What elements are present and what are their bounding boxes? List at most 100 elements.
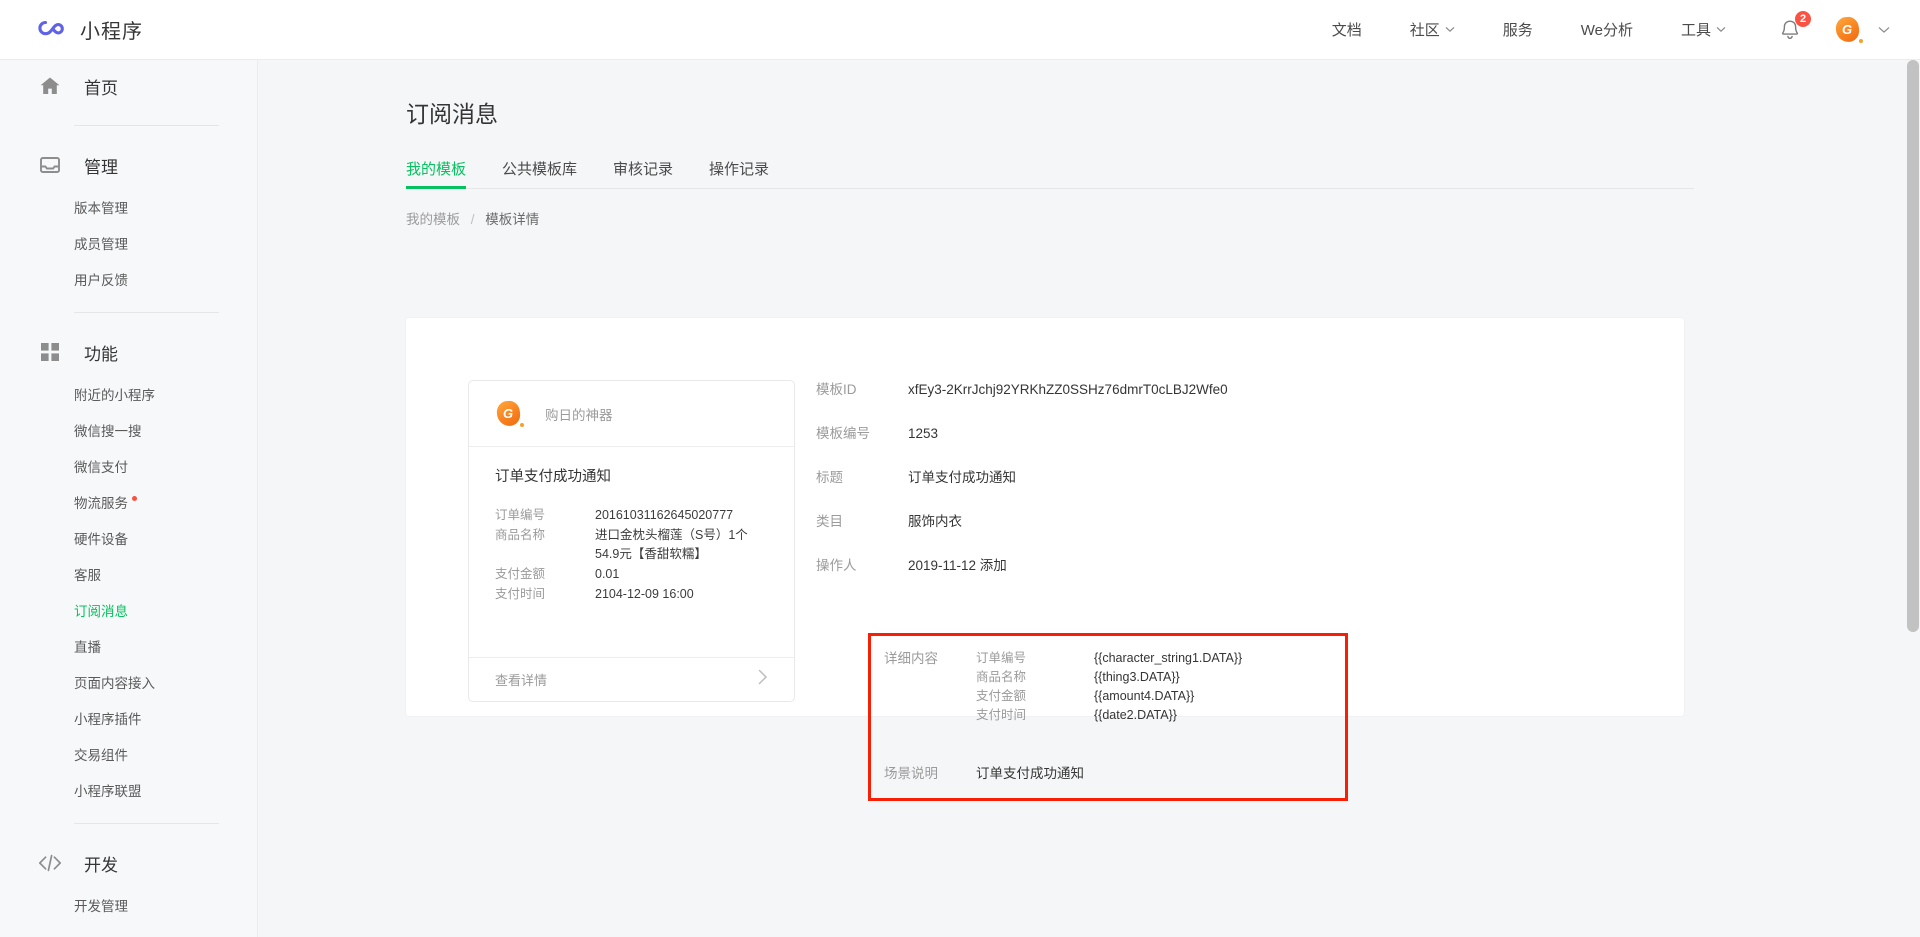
detail-key: 模板ID: [816, 382, 857, 397]
nav-item-label: 社区: [1409, 22, 1440, 39]
sidebar-group-label: 首页: [84, 78, 118, 98]
sidebar-item-customer-service[interactable]: 客服: [0, 558, 257, 594]
detail-value: 订单支付成功通知: [976, 766, 1084, 781]
preview-app-name: 购日的神器: [545, 407, 613, 423]
avatar-letter: G: [1842, 21, 1853, 37]
sidebar-sub-label: 微信搜一搜: [74, 424, 142, 439]
preview-field-value: 0.01: [595, 567, 620, 581]
sidebar-sub-label: 订阅消息: [74, 604, 128, 619]
preview-field-value: 20161031162645020777: [595, 508, 734, 522]
sidebar-item-nearby[interactable]: 附近的小程序: [0, 378, 257, 414]
breadcrumb: 我的模板 / 模板详情: [406, 208, 1920, 228]
preview-view-detail-label: 查看详情: [495, 673, 548, 688]
tab-audit-records[interactable]: 审核记录: [613, 158, 673, 188]
sidebar-item-wechat-search[interactable]: 微信搜一搜: [0, 414, 257, 450]
sidebar-group-develop: 开发 开发管理: [0, 837, 257, 925]
detail-value: xfEy3-2KrrJchj92YRKhZZ0SSHz76dmrT0cLBJ2W…: [908, 382, 1228, 397]
detail-row-category: 类目 服饰内衣: [816, 512, 1636, 532]
sidebar-item-logistics[interactable]: 物流服务: [0, 486, 257, 522]
message-preview-card: G 购日的神器 订单支付成功通知 订单编号 201610311626450207…: [468, 380, 795, 702]
sidebar-item-home[interactable]: 首页: [0, 60, 257, 112]
breadcrumb-parent[interactable]: 我的模板: [406, 212, 460, 227]
sidebar: 首页 管理 版本管理 成员管理 用户反馈 功能 附近的小程序 微信搜一搜 微信支…: [0, 60, 258, 937]
preview-field-key: 商品名称: [495, 528, 546, 542]
sidebar-sub-label: 微信支付: [74, 460, 128, 475]
detail-key: 场景说明: [884, 766, 938, 781]
page-scrollbar-thumb[interactable]: [1907, 60, 1919, 632]
detail-row-content: 详细内容 订单编号 {{character_string1.DATA}} 商品名…: [884, 649, 1336, 725]
sidebar-item-member-manage[interactable]: 成员管理: [0, 227, 257, 263]
sidebar-item-page-content[interactable]: 页面内容接入: [0, 666, 257, 702]
preview-field-key: 订单编号: [495, 508, 546, 522]
sidebar-sub-label: 交易组件: [74, 748, 128, 763]
sidebar-item-develop[interactable]: 开发: [0, 837, 257, 889]
miniprogram-logo-icon: [34, 13, 68, 47]
sidebar-sub-label: 小程序联盟: [74, 784, 142, 799]
sidebar-sub-label: 页面内容接入: [74, 676, 155, 691]
detail-key: 类目: [816, 514, 843, 529]
content-field-value: {{character_string1.DATA}}: [1094, 651, 1243, 665]
nav-item-label: 工具: [1680, 22, 1711, 39]
home-icon: [38, 74, 62, 98]
detail-value: 2019-11-12 添加: [908, 558, 1007, 573]
top-header: 小程序 文档 社区 服务 We分析 工具 2 G: [0, 0, 1920, 60]
chevron-down-icon: [1445, 26, 1455, 33]
content-field-value: {{amount4.DATA}}: [1094, 689, 1195, 703]
notifications-button[interactable]: 2: [1778, 10, 1811, 42]
sidebar-item-alliance[interactable]: 小程序联盟: [0, 774, 257, 810]
sidebar-item-hardware[interactable]: 硬件设备: [0, 522, 257, 558]
sidebar-sub-label: 硬件设备: [74, 532, 128, 547]
content-field-key: 支付金额: [976, 689, 1027, 703]
sidebar-item-manage[interactable]: 管理: [0, 139, 257, 191]
preview-field-key: 支付时间: [495, 587, 546, 601]
sidebar-item-features[interactable]: 功能: [0, 326, 257, 378]
nav-item-weanalytics[interactable]: We分析: [1581, 19, 1633, 40]
preview-view-detail-button[interactable]: 查看详情: [469, 657, 794, 701]
sidebar-item-plugins[interactable]: 小程序插件: [0, 702, 257, 738]
avatar-letter: G: [503, 405, 514, 421]
detail-row-template-number: 模板编号 1253: [816, 424, 1636, 444]
tab-my-templates[interactable]: 我的模板: [406, 158, 467, 189]
sidebar-sub-label: 用户反馈: [74, 273, 128, 288]
tab-public-template-library[interactable]: 公共模板库: [502, 158, 577, 188]
brand[interactable]: 小程序: [34, 13, 143, 47]
content-field-value: {{date2.DATA}}: [1094, 708, 1177, 722]
content-field-key: 支付时间: [976, 708, 1027, 722]
tab-operation-records[interactable]: 操作记录: [709, 158, 769, 188]
page-title: 订阅消息: [406, 101, 498, 127]
content-field-value: {{thing3.DATA}}: [1094, 670, 1180, 684]
sidebar-item-develop-manage[interactable]: 开发管理: [0, 889, 257, 925]
page-scrollbar-track[interactable]: [1905, 60, 1920, 937]
preview-field-key: 支付金额: [495, 567, 546, 581]
account-menu[interactable]: G: [1834, 15, 1890, 43]
detail-content-block: 详细内容 订单编号 {{character_string1.DATA}} 商品名…: [884, 649, 1336, 782]
preview-body: 订单支付成功通知 订单编号 20161031162645020777 商品名称 …: [469, 447, 794, 657]
sidebar-sub-label: 物流服务: [74, 496, 128, 511]
preview-field-row: 支付时间 2104-12-09 16:00: [495, 585, 768, 604]
breadcrumb-current: 模板详情: [485, 212, 540, 227]
detail-key: 标题: [816, 470, 843, 485]
detail-value: 1253: [908, 426, 939, 441]
sidebar-item-live[interactable]: 直播: [0, 630, 257, 666]
nav-item-tools[interactable]: 工具: [1681, 19, 1726, 40]
sidebar-group-label: 开发: [84, 855, 118, 875]
template-detail-card: G 购日的神器 订单支付成功通知 订单编号 201610311626450207…: [406, 318, 1684, 801]
tab-label: 我的模板: [406, 161, 467, 178]
nav-item-services[interactable]: 服务: [1503, 19, 1533, 40]
sidebar-item-user-feedback[interactable]: 用户反馈: [0, 263, 257, 299]
sidebar-divider: [74, 312, 219, 313]
content-field-row: 订单编号 {{character_string1.DATA}}: [976, 649, 1242, 668]
nav-item-label: 服务: [1502, 22, 1533, 39]
sidebar-item-trade-component[interactable]: 交易组件: [0, 738, 257, 774]
detail-value: 订单支付成功通知: [908, 470, 1016, 485]
content-field-row: 商品名称 {{thing3.DATA}}: [976, 668, 1242, 687]
sidebar-item-version-manage[interactable]: 版本管理: [0, 191, 257, 227]
sidebar-item-subscribe-message[interactable]: 订阅消息: [0, 594, 257, 630]
nav-item-docs[interactable]: 文档: [1332, 19, 1362, 40]
tab-label: 审核记录: [613, 161, 674, 178]
nav-item-community[interactable]: 社区: [1410, 19, 1455, 40]
sidebar-sub-label: 直播: [74, 640, 101, 655]
sidebar-item-wechat-pay[interactable]: 微信支付: [0, 450, 257, 486]
tab-bar: 我的模板 公共模板库 审核记录 操作记录: [406, 155, 1694, 189]
content-field-row: 支付金额 {{amount4.DATA}}: [976, 687, 1242, 706]
